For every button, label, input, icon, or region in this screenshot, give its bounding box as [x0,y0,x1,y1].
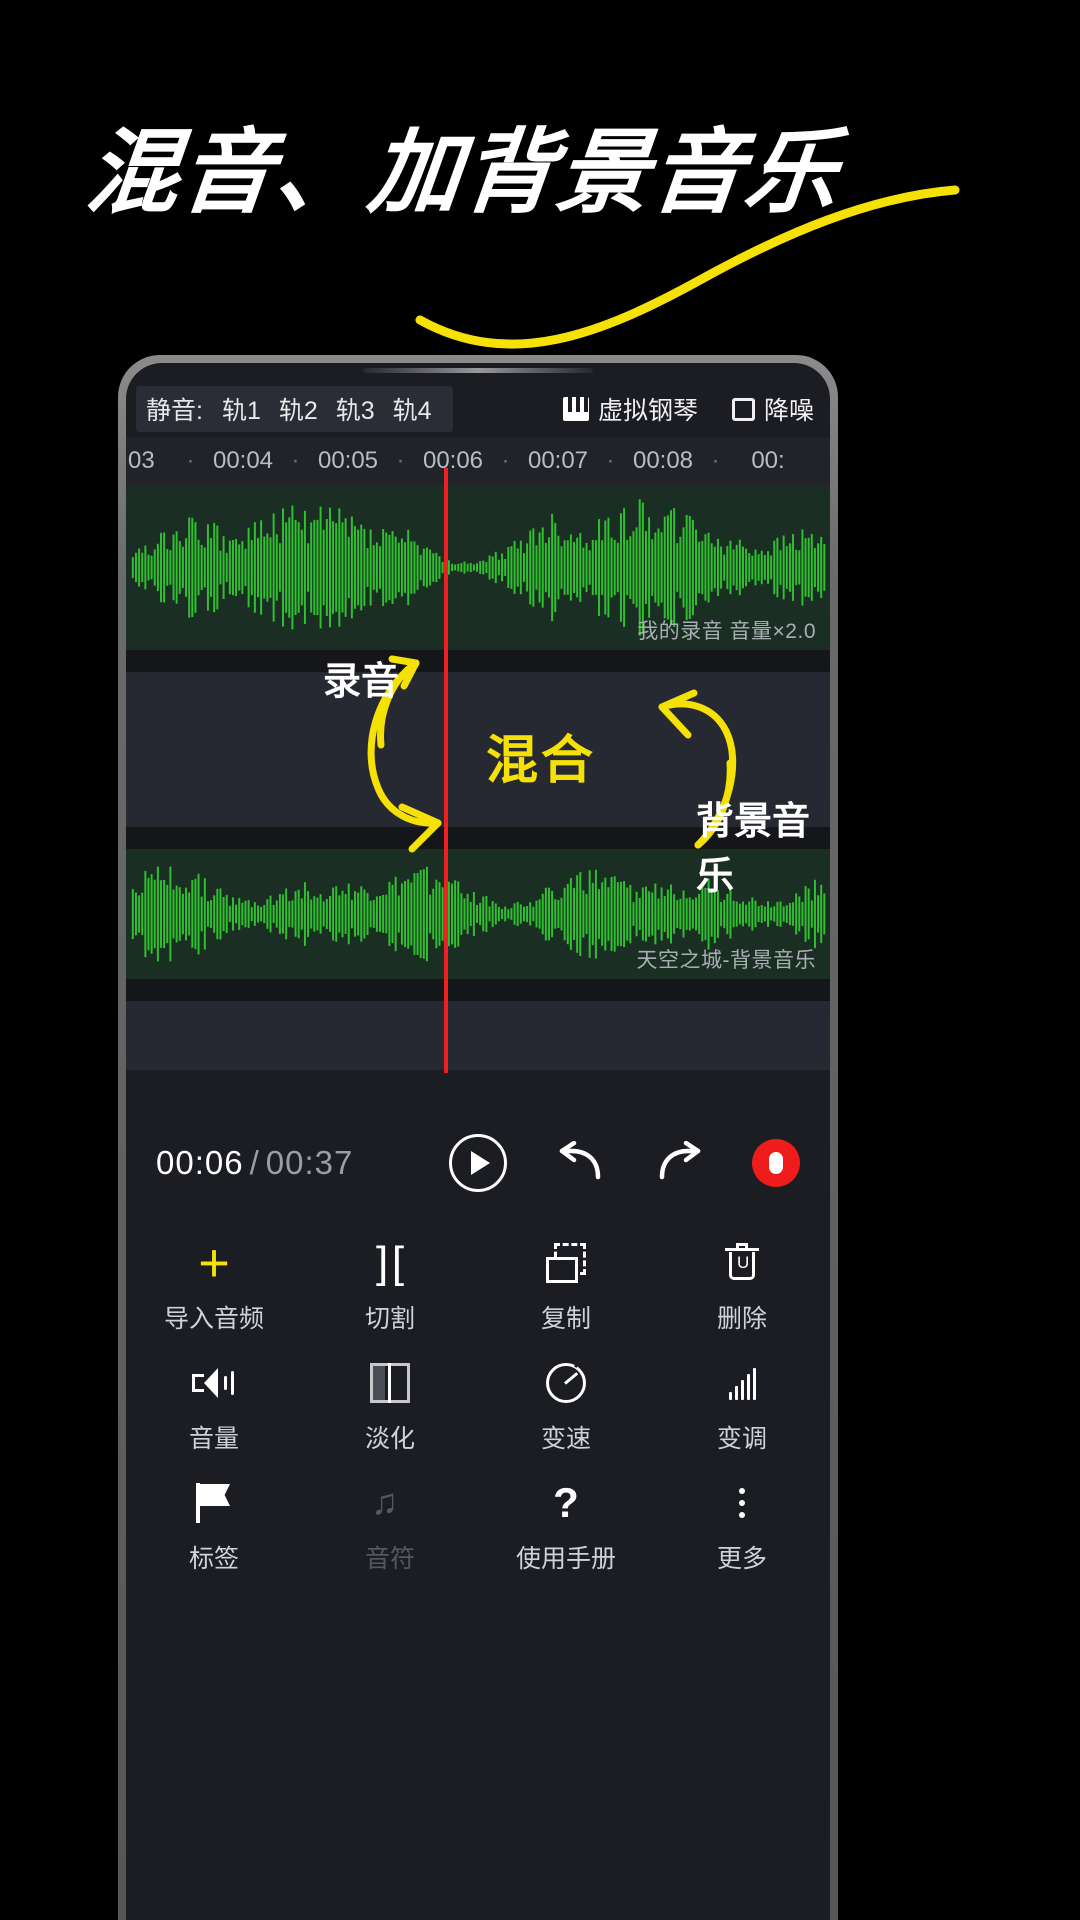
track-row-empty-2[interactable] [126,1001,830,1070]
track-divider-3 [126,979,830,1001]
track-area[interactable]: 我的录音 音量×2.0 天空之城-背景音乐 [126,485,830,1070]
redo-icon[interactable] [654,1141,704,1185]
mute-track-4[interactable]: 轨4 [384,391,441,427]
plus-icon: + [198,1233,230,1293]
tool-button-trash[interactable]: 删除 [654,1228,830,1348]
phone-screen: 静音: 轨1 轨2 轨3 轨4 虚拟钢琴 降噪 03 · 00:04 · 00:… [126,363,830,1920]
speed-icon [546,1363,586,1403]
tool-grid: + 导入音频 ] [ 切割 复制 删除音量 淡化 变速 变调标签 ♫ 音符? 使用手册 更多 [126,1228,830,1588]
time-display: 00:06/00:37 [156,1144,353,1182]
track-divider-2 [126,827,830,849]
note-icon: ♫ [371,1481,398,1522]
ruler-subtick: · [396,447,405,474]
tool-label: 切割 [364,1305,415,1333]
poster-stage: 混音、加背景音乐 静音: 轨1 轨2 轨3 轨4 虚拟钢琴 降噪 03 · 00… [0,0,1080,1920]
play-icon [471,1151,490,1175]
tool-label: 删除 [716,1305,767,1333]
virtual-piano-label: 虚拟钢琴 [597,397,698,425]
phone-mockup: 静音: 轨1 轨2 轨3 轨4 虚拟钢琴 降噪 03 · 00:04 · 00:… [118,355,838,1920]
pitch-icon [728,1366,756,1400]
fade-icon [370,1363,410,1403]
ruler-tick: :03 [126,447,155,474]
tool-button-speed[interactable]: 变速 [478,1348,654,1468]
playhead-cursor[interactable] [444,468,448,1073]
tool-label: 标签 [188,1545,239,1573]
mute-track-1[interactable]: 轨1 [213,391,270,427]
timeline-ruler[interactable]: :03 · 00:04 · 00:05 · 00:06 · 00:07 · 00:08 · 00: [126,437,830,485]
ruler-subtick: · [186,447,195,474]
mute-track-group: 静音: 轨1 轨2 轨3 轨4 [136,386,453,432]
ruler-ticks: :03 · 00:04 · 00:05 · 00:06 · 00:07 · 00:08 · 00: [126,437,830,485]
track-row-bgm[interactable]: 天空之城-背景音乐 [126,849,830,979]
trash-icon [725,1243,759,1283]
track-row-recording[interactable]: 我的录音 音量×2.0 [126,485,830,650]
tool-button-plus[interactable]: + 导入音频 [126,1228,302,1348]
flag-icon [196,1483,232,1523]
tool-button-split[interactable]: ] [ 切割 [302,1228,478,1348]
track-divider-1 [126,650,830,672]
record-button[interactable] [752,1139,800,1187]
undo-icon[interactable] [556,1141,606,1185]
mute-label: 静音: [146,397,203,425]
help-icon: ? [553,1479,579,1526]
ruler-subtick: · [501,447,510,474]
track-label-recording: 我的录音 音量×2.0 [637,620,816,643]
tool-label: 变速 [540,1425,591,1453]
ruler-subtick: · [606,447,615,474]
app-top-bar: 静音: 轨1 轨2 轨3 轨4 虚拟钢琴 降噪 [126,381,830,437]
noise-reduction-toggle[interactable]: 降噪 [731,391,814,427]
yellow-swoosh-decoration [415,185,960,349]
transport-bar: 00:06/00:37 [126,1103,830,1223]
ruler-subtick: · [291,447,300,474]
top-bar-actions: 虚拟钢琴 降噪 [562,391,830,427]
volume-icon [192,1366,236,1400]
tool-label: 音符 [364,1545,415,1573]
checkbox-icon [731,397,755,421]
play-button[interactable] [449,1134,507,1192]
noise-reduction-label: 降噪 [763,397,814,425]
tool-button-fade[interactable]: 淡化 [302,1348,478,1468]
tool-button-volume[interactable]: 音量 [126,1348,302,1468]
tool-button-pitch[interactable]: 变调 [654,1348,830,1468]
split-icon: ] [ [375,1238,405,1287]
ruler-tick: 00: [751,447,785,474]
ruler-subtick: · [711,447,720,474]
piano-icon [562,397,589,421]
tool-label: 音量 [188,1425,239,1453]
ruler-tick: 00:06 [422,447,484,474]
tool-label: 变调 [716,1425,767,1453]
mute-track-2[interactable]: 轨2 [270,391,327,427]
tool-button-more[interactable]: 更多 [654,1468,830,1588]
tool-button-copy[interactable]: 复制 [478,1228,654,1348]
tool-button-note: ♫ 音符 [302,1468,478,1588]
copy-icon [546,1243,586,1283]
tool-button-help[interactable]: ? 使用手册 [478,1468,654,1588]
tool-label: 复制 [540,1305,591,1333]
ruler-tick: 00:07 [527,447,589,474]
total-time: 00:37 [265,1144,354,1181]
ruler-tick: 00:08 [632,447,694,474]
more-icon [739,1488,745,1518]
track-label-bgm: 天空之城-背景音乐 [636,949,816,972]
ruler-tick: 00:04 [212,447,274,474]
mute-track-3[interactable]: 轨3 [327,391,384,427]
ruler-tick: 00:05 [317,447,379,474]
tool-label: 导入音频 [163,1305,264,1333]
tool-button-flag[interactable]: 标签 [126,1468,302,1588]
tool-label: 更多 [716,1545,767,1573]
transport-right-actions [556,1139,800,1187]
track-row-empty-1[interactable] [126,672,830,827]
virtual-piano-button[interactable]: 虚拟钢琴 [562,391,698,427]
mic-icon [769,1152,783,1174]
tool-label: 使用手册 [515,1545,616,1573]
time-separator: / [249,1144,260,1181]
current-time: 00:06 [156,1144,244,1181]
phone-speaker [363,368,593,373]
tool-label: 淡化 [364,1425,415,1453]
